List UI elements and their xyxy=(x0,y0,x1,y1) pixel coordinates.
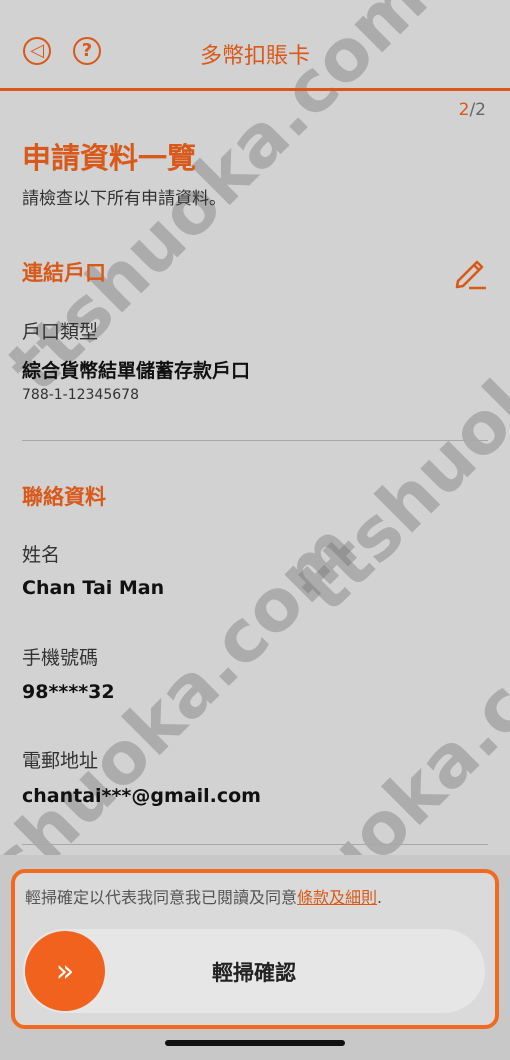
name-value: Chan Tai Man xyxy=(22,577,165,599)
swipe-confirm-slider[interactable]: 輕掃確認 » xyxy=(23,929,485,1013)
slider-handle[interactable]: » xyxy=(25,931,105,1011)
section-title-contact: 聯絡資料 xyxy=(22,485,106,509)
step-total: 2 xyxy=(475,100,486,120)
pencil-icon[interactable] xyxy=(452,255,488,291)
section-divider xyxy=(22,844,488,845)
account-type-value: 綜合貨幣結單儲蓄存款戶口 xyxy=(22,360,251,382)
account-type-label: 戶口類型 xyxy=(22,321,99,343)
watermark: ttshuoka.com xyxy=(281,176,510,628)
step-current: 2 xyxy=(458,100,470,120)
mobile-label: 手機號碼 xyxy=(22,647,99,669)
double-chevron-right-icon: » xyxy=(55,953,75,989)
confirm-card: 輕掃確定以代表我同意我已閱讀及同意條款及細則. 輕掃確認 » xyxy=(11,869,499,1029)
name-label: 姓名 xyxy=(22,544,61,566)
step-indicator: 2/2 xyxy=(459,100,486,120)
app-header: ◁ ? 多幣扣賬卡 xyxy=(0,0,510,91)
mobile-value: 98****32 xyxy=(22,681,115,703)
header-divider xyxy=(0,88,510,91)
section-title-linked-account: 連結戶口 xyxy=(22,261,106,285)
page-subtitle: 請檢查以下所有申請資料。 xyxy=(22,189,226,209)
page-header-title: 多幣扣賬卡 xyxy=(199,44,310,69)
terms-suffix: . xyxy=(377,888,383,907)
terms-link[interactable]: 條款及細則 xyxy=(297,888,377,907)
terms-text: 輕掃確定以代表我同意我已閱讀及同意條款及細則. xyxy=(25,884,382,908)
email-label: 電郵地址 xyxy=(22,750,99,772)
terms-prefix: 輕掃確定以代表我同意我已閱讀及同意 xyxy=(25,888,298,907)
home-indicator xyxy=(165,1040,345,1046)
account-number: 788-1-12345678 xyxy=(22,387,139,403)
section-divider xyxy=(22,440,488,441)
email-value: chantai***@gmail.com xyxy=(22,785,261,807)
page-title: 申請資料一覽 xyxy=(22,141,197,175)
